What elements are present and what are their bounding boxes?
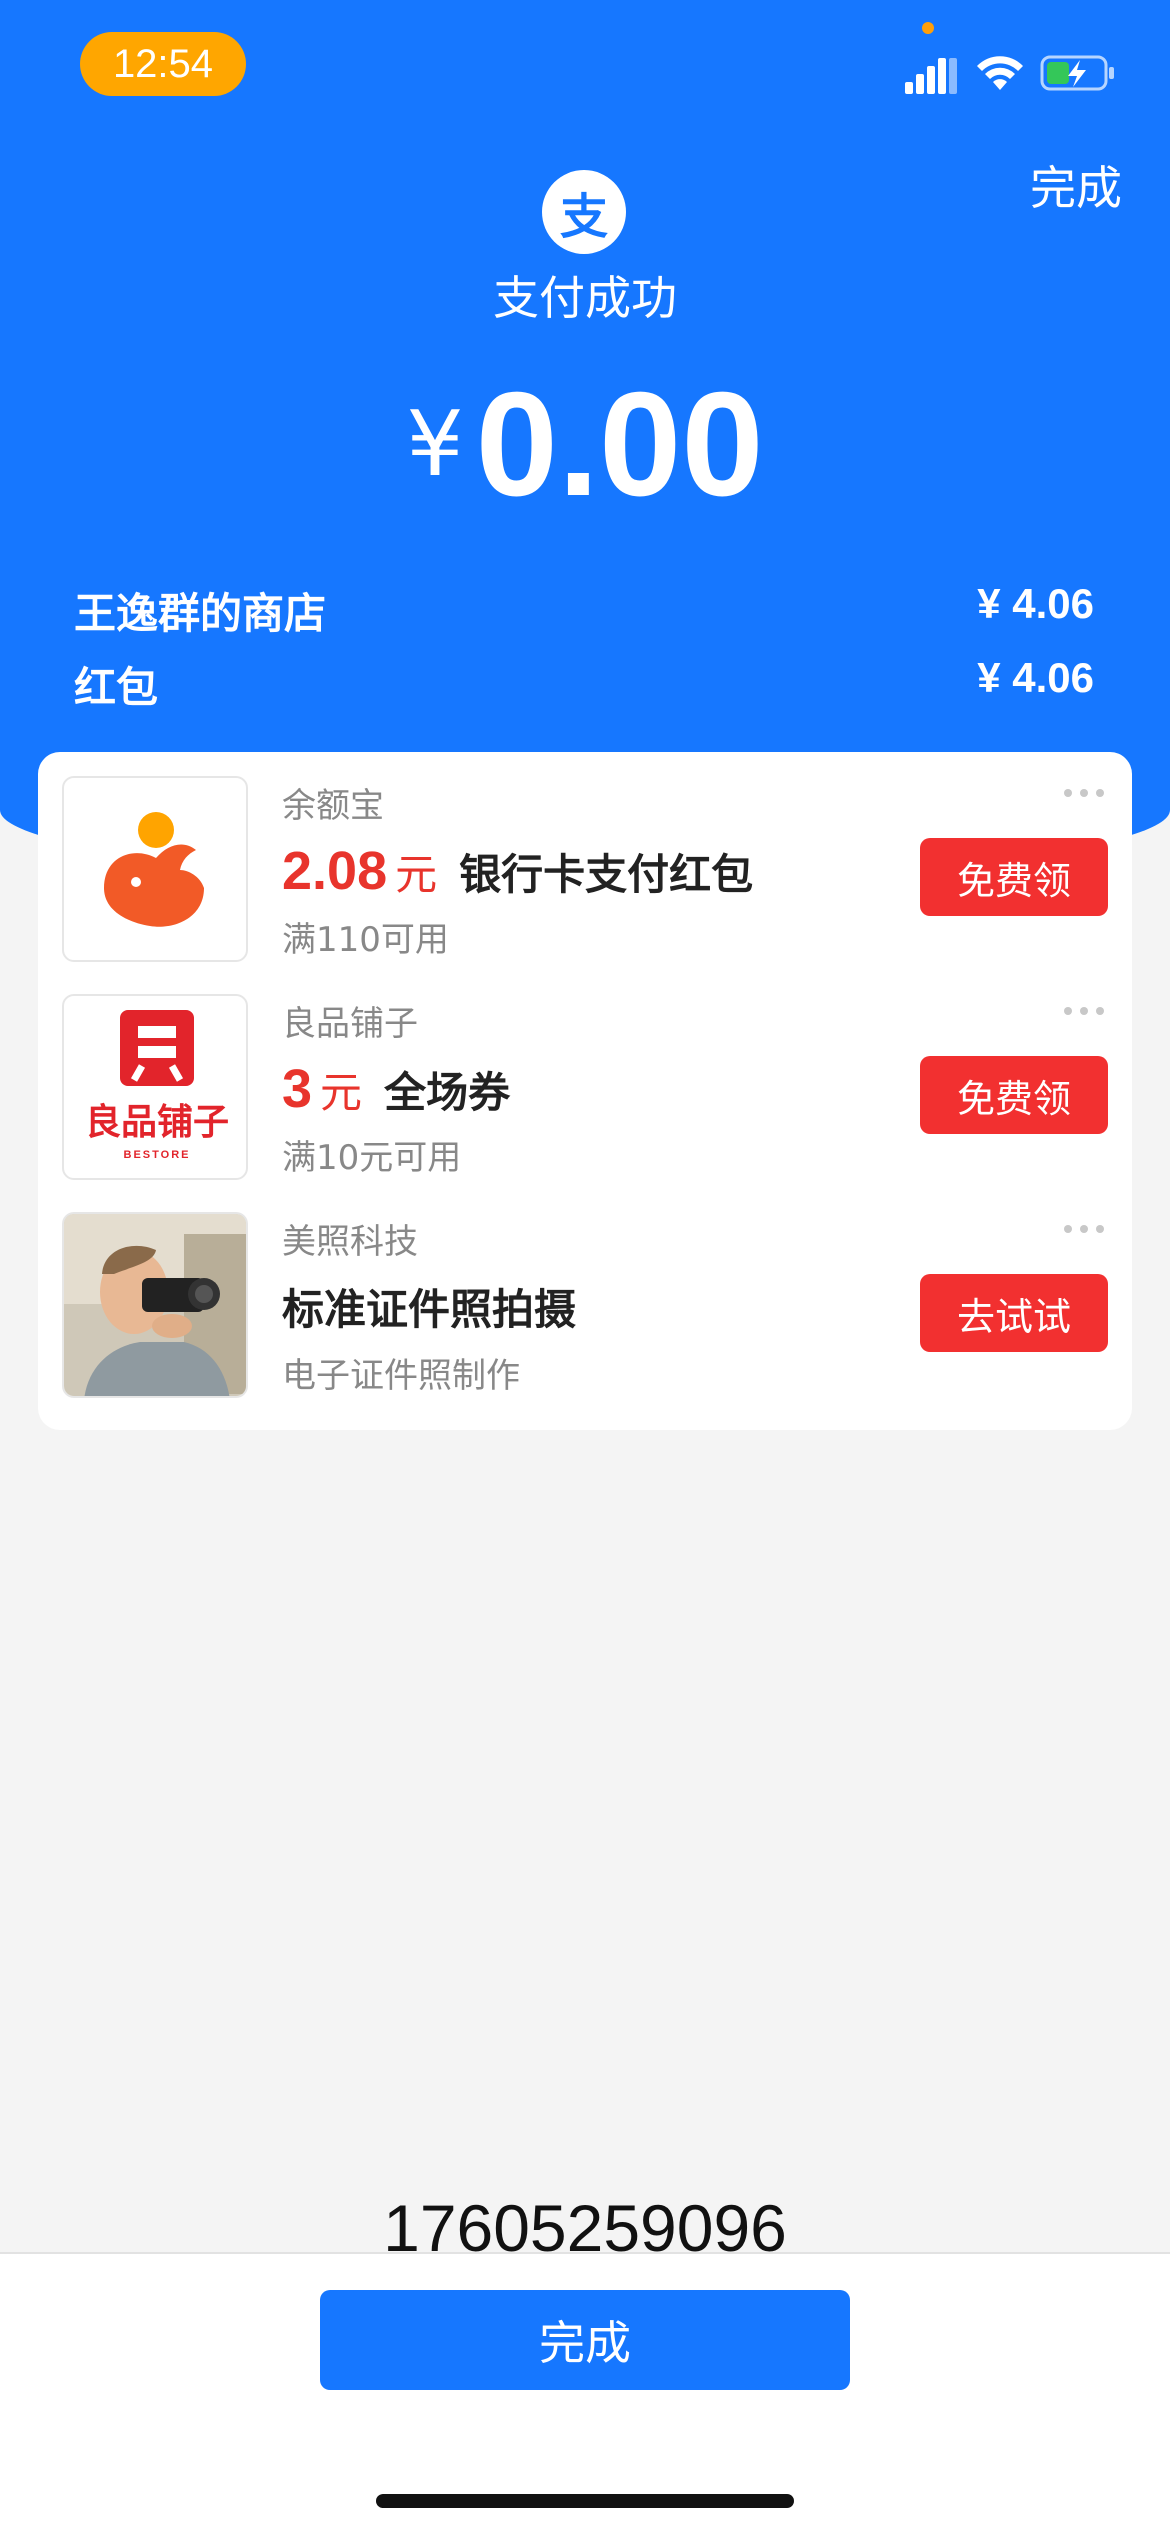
bestore-logo-subtext: BESTORE: [124, 1149, 191, 1161]
offer-condition: 满110可用: [282, 920, 449, 960]
done-button[interactable]: 完成: [320, 2290, 850, 2390]
cellular-signal-icon: [905, 58, 957, 94]
offer-title: 标准证件照拍摄: [282, 1285, 577, 1334]
try-button[interactable]: 去试试: [920, 1274, 1108, 1352]
offer-brand: 良品铺子: [282, 1004, 418, 1044]
offers-card: 余额宝 2.08 元 银行卡支付红包 满110可用 免费领 良品铺子 BESTO…: [38, 752, 1132, 1430]
wifi-icon: [977, 56, 1023, 90]
offer-subtitle: 电子证件照制作: [282, 1356, 520, 1396]
yuebao-logo-icon: [62, 776, 248, 962]
done-link-top[interactable]: 完成: [1030, 152, 1122, 218]
offer-unit: 元: [320, 1068, 363, 1117]
offer-headline: 标准证件照拍摄: [282, 1276, 576, 1337]
bestore-logo-text: 良品铺子: [85, 1102, 229, 1143]
detail-row-redpacket: 红包 ¥ 4.06: [74, 654, 1094, 715]
claim-button[interactable]: 免费领: [920, 1056, 1108, 1134]
offer-headline: 3 元 全场券: [282, 1058, 510, 1120]
offer-item[interactable]: 余额宝 2.08 元 银行卡支付红包 满110可用 免费领: [38, 752, 1132, 970]
offer-unit: 元: [395, 850, 438, 899]
more-options-icon[interactable]: [1064, 1218, 1112, 1233]
more-options-icon[interactable]: [1064, 1000, 1112, 1015]
bestore-logo-icon: 良品铺子 BESTORE: [62, 994, 248, 1180]
offer-item[interactable]: 美照科技 标准证件照拍摄 电子证件照制作 去试试: [38, 1188, 1132, 1406]
offer-brand: 美照科技: [282, 1222, 418, 1262]
status-time[interactable]: 12:54: [80, 32, 246, 96]
alipay-logo-icon: 支: [542, 170, 626, 254]
offer-condition: 满10元可用: [282, 1138, 462, 1178]
battery-charging-icon: [1040, 55, 1114, 91]
redpacket-label: 红包: [74, 663, 159, 712]
offer-amount: 3: [282, 1059, 313, 1119]
photographer-photo: [62, 1212, 248, 1398]
offer-headline: 2.08 元 银行卡支付红包: [282, 840, 753, 902]
redpacket-amount: ¥ 4.06: [977, 654, 1094, 701]
offer-brand: 余额宝: [282, 786, 384, 826]
footer-bar: 完成: [0, 2252, 1170, 2532]
amount-value: 0.00: [475, 362, 764, 527]
offer-item[interactable]: 良品铺子 BESTORE 良品铺子 3 元 全场券 满10元可用 免费领: [38, 970, 1132, 1188]
merchant-name: 王逸群的商店: [74, 589, 327, 638]
offer-title: 银行卡支付红包: [459, 850, 754, 899]
more-options-icon[interactable]: [1064, 782, 1112, 797]
detail-row-merchant: 王逸群的商店 ¥ 4.06: [74, 580, 1094, 641]
currency-symbol: ¥: [406, 392, 464, 497]
offer-title: 全场券: [384, 1068, 511, 1117]
merchant-amount: ¥ 4.06: [977, 580, 1094, 627]
claim-button[interactable]: 免费领: [920, 838, 1108, 916]
paid-amount: ¥0.00: [0, 360, 1170, 530]
offer-amount: 2.08: [282, 841, 388, 901]
privacy-indicator-dot: [922, 22, 934, 34]
status-bar: 12:54: [0, 0, 1170, 130]
payment-success-title: 支付成功: [493, 271, 677, 325]
home-indicator[interactable]: [376, 2494, 794, 2508]
